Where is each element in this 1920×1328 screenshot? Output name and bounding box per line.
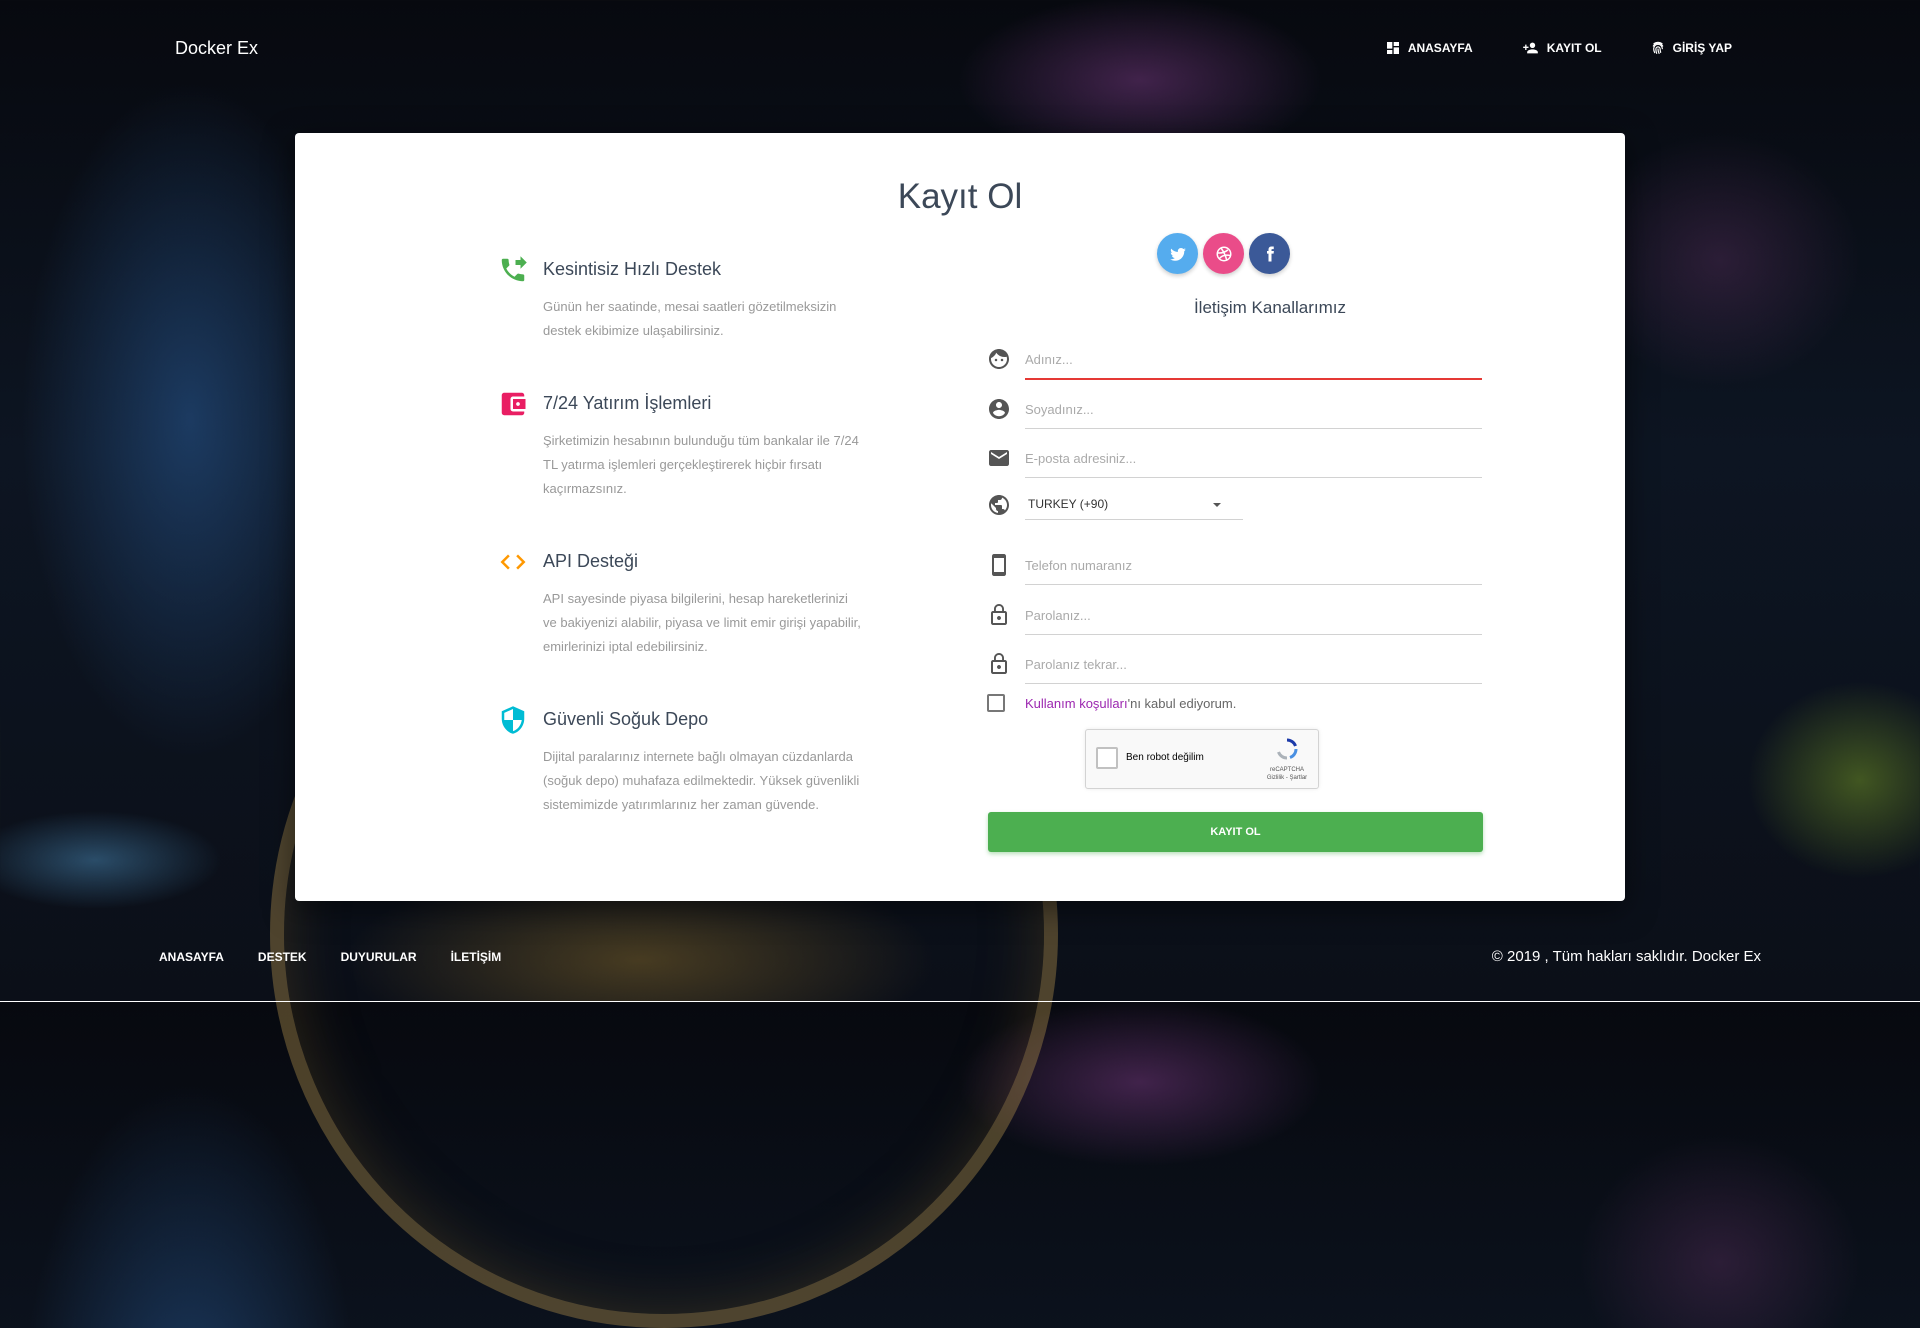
footer-link-home[interactable]: ANASAYFA xyxy=(159,950,224,964)
person-add-icon xyxy=(1522,42,1538,54)
nav-login-label: GİRİŞ YAP xyxy=(1672,41,1732,55)
terms-row: Kullanım koşulları'nı kabul ediyorum. xyxy=(987,694,1236,712)
last-name-field xyxy=(987,390,1482,430)
terms-suffix: 'nı kabul ediyorum. xyxy=(1127,695,1237,711)
terms-text: Kullanım koşulları'nı kabul ediyorum. xyxy=(1025,696,1236,711)
terms-checkbox[interactable] xyxy=(987,694,1005,712)
nav-home[interactable]: ANASAYFA xyxy=(1385,40,1473,56)
footer-navigation: ANASAYFA DESTEK DUYURULAR İLETİŞİM xyxy=(159,950,501,964)
phone-input[interactable] xyxy=(1025,546,1482,585)
nav-register-label: KAYIT OL xyxy=(1546,41,1602,55)
recaptcha-logo: reCAPTCHA Gizlilik - Şartlar xyxy=(1264,737,1310,782)
nav-home-label: ANASAYFA xyxy=(1407,41,1473,55)
feature-description: Dijital paralarınız internete bağlı olma… xyxy=(543,749,860,812)
password-field xyxy=(987,596,1482,636)
phone-forward-icon xyxy=(501,256,527,282)
facebook-icon xyxy=(1266,246,1274,261)
account-circle-icon xyxy=(989,399,1009,419)
page-title: Kayıt Ol xyxy=(897,177,1023,216)
first-name-input[interactable] xyxy=(1025,340,1482,380)
feature-description: API sayesinde piyasa bilgilerini, hesap … xyxy=(543,591,861,654)
face-icon xyxy=(989,349,1009,369)
feature-title: API Desteği xyxy=(543,551,639,571)
chevron-down-icon xyxy=(1213,503,1221,507)
nav-register[interactable]: KAYIT OL xyxy=(1521,40,1602,56)
top-navigation: ANASAYFA KAYIT OL GİRİŞ YAP xyxy=(1385,40,1732,56)
email-field xyxy=(987,439,1482,479)
email-icon xyxy=(989,450,1009,466)
contact-channels-title: İletişim Kanallarımız xyxy=(1193,298,1347,317)
recaptcha-label: Ben robot değilim xyxy=(1126,752,1204,763)
lock-icon xyxy=(991,653,1007,674)
lock-icon xyxy=(991,604,1007,625)
last-name-input[interactable] xyxy=(1025,390,1482,429)
recaptcha-icon xyxy=(1277,738,1298,760)
recaptcha-brand: reCAPTCHA xyxy=(1269,767,1304,773)
shield-icon xyxy=(501,706,525,734)
code-icon xyxy=(500,554,526,570)
phone-field xyxy=(987,546,1482,586)
dribbble-button[interactable] xyxy=(1203,233,1244,274)
dashboard-icon xyxy=(1386,42,1399,54)
wallet-icon xyxy=(501,392,526,416)
smartphone-icon xyxy=(992,554,1006,576)
country-select[interactable]: TURKEY (+90) xyxy=(1025,487,1243,520)
feature-description: Günün her saatinde, mesai saatleri gözet… xyxy=(543,299,837,338)
recaptcha-widget: Ben robot değilim reCAPTCHA Gizlilik - Ş… xyxy=(1085,729,1319,789)
fingerprint-icon xyxy=(1652,41,1663,54)
first-name-field xyxy=(987,340,1482,380)
footer-link-contact[interactable]: İLETİŞİM xyxy=(451,950,502,964)
country-select-value: TURKEY (+90) xyxy=(1028,497,1109,511)
feature-description: Şirketimizin hesabının bulunduğu tüm ban… xyxy=(543,433,859,496)
nav-login[interactable]: GİRİŞ YAP xyxy=(1650,40,1732,56)
dribbble-icon xyxy=(1216,246,1231,261)
feature-title: 7/24 Yatırım İşlemleri xyxy=(543,393,712,413)
footer-link-support[interactable]: DESTEK xyxy=(258,950,307,964)
brand-logo[interactable]: Docker Ex xyxy=(175,38,258,59)
copyright-text: © 2019 , Tüm hakları saklıdır. Docker Ex xyxy=(1491,948,1761,965)
twitter-icon xyxy=(1169,247,1186,261)
password-repeat-field xyxy=(987,645,1482,685)
password-repeat-input[interactable] xyxy=(1025,645,1482,684)
register-submit-button[interactable]: KAYIT OL xyxy=(988,812,1483,852)
recaptcha-links[interactable]: Gizlilik - Şartlar xyxy=(1264,774,1310,782)
feature-title: Kesintisiz Hızlı Destek xyxy=(543,259,722,279)
social-buttons xyxy=(1157,233,1290,274)
globe-icon xyxy=(989,495,1009,515)
footer-link-announcements[interactable]: DUYURULAR xyxy=(341,950,417,964)
twitter-button[interactable] xyxy=(1157,233,1198,274)
email-input[interactable] xyxy=(1025,439,1482,478)
password-input[interactable] xyxy=(1025,596,1482,635)
facebook-button[interactable] xyxy=(1249,233,1290,274)
recaptcha-checkbox[interactable] xyxy=(1096,747,1118,769)
feature-title: Güvenli Soğuk Depo xyxy=(543,709,709,729)
terms-link[interactable]: Kullanım koşulları xyxy=(1025,696,1128,711)
register-card: Kayıt Ol Kesintisiz Hızlı Destek Günün h… xyxy=(295,133,1625,901)
